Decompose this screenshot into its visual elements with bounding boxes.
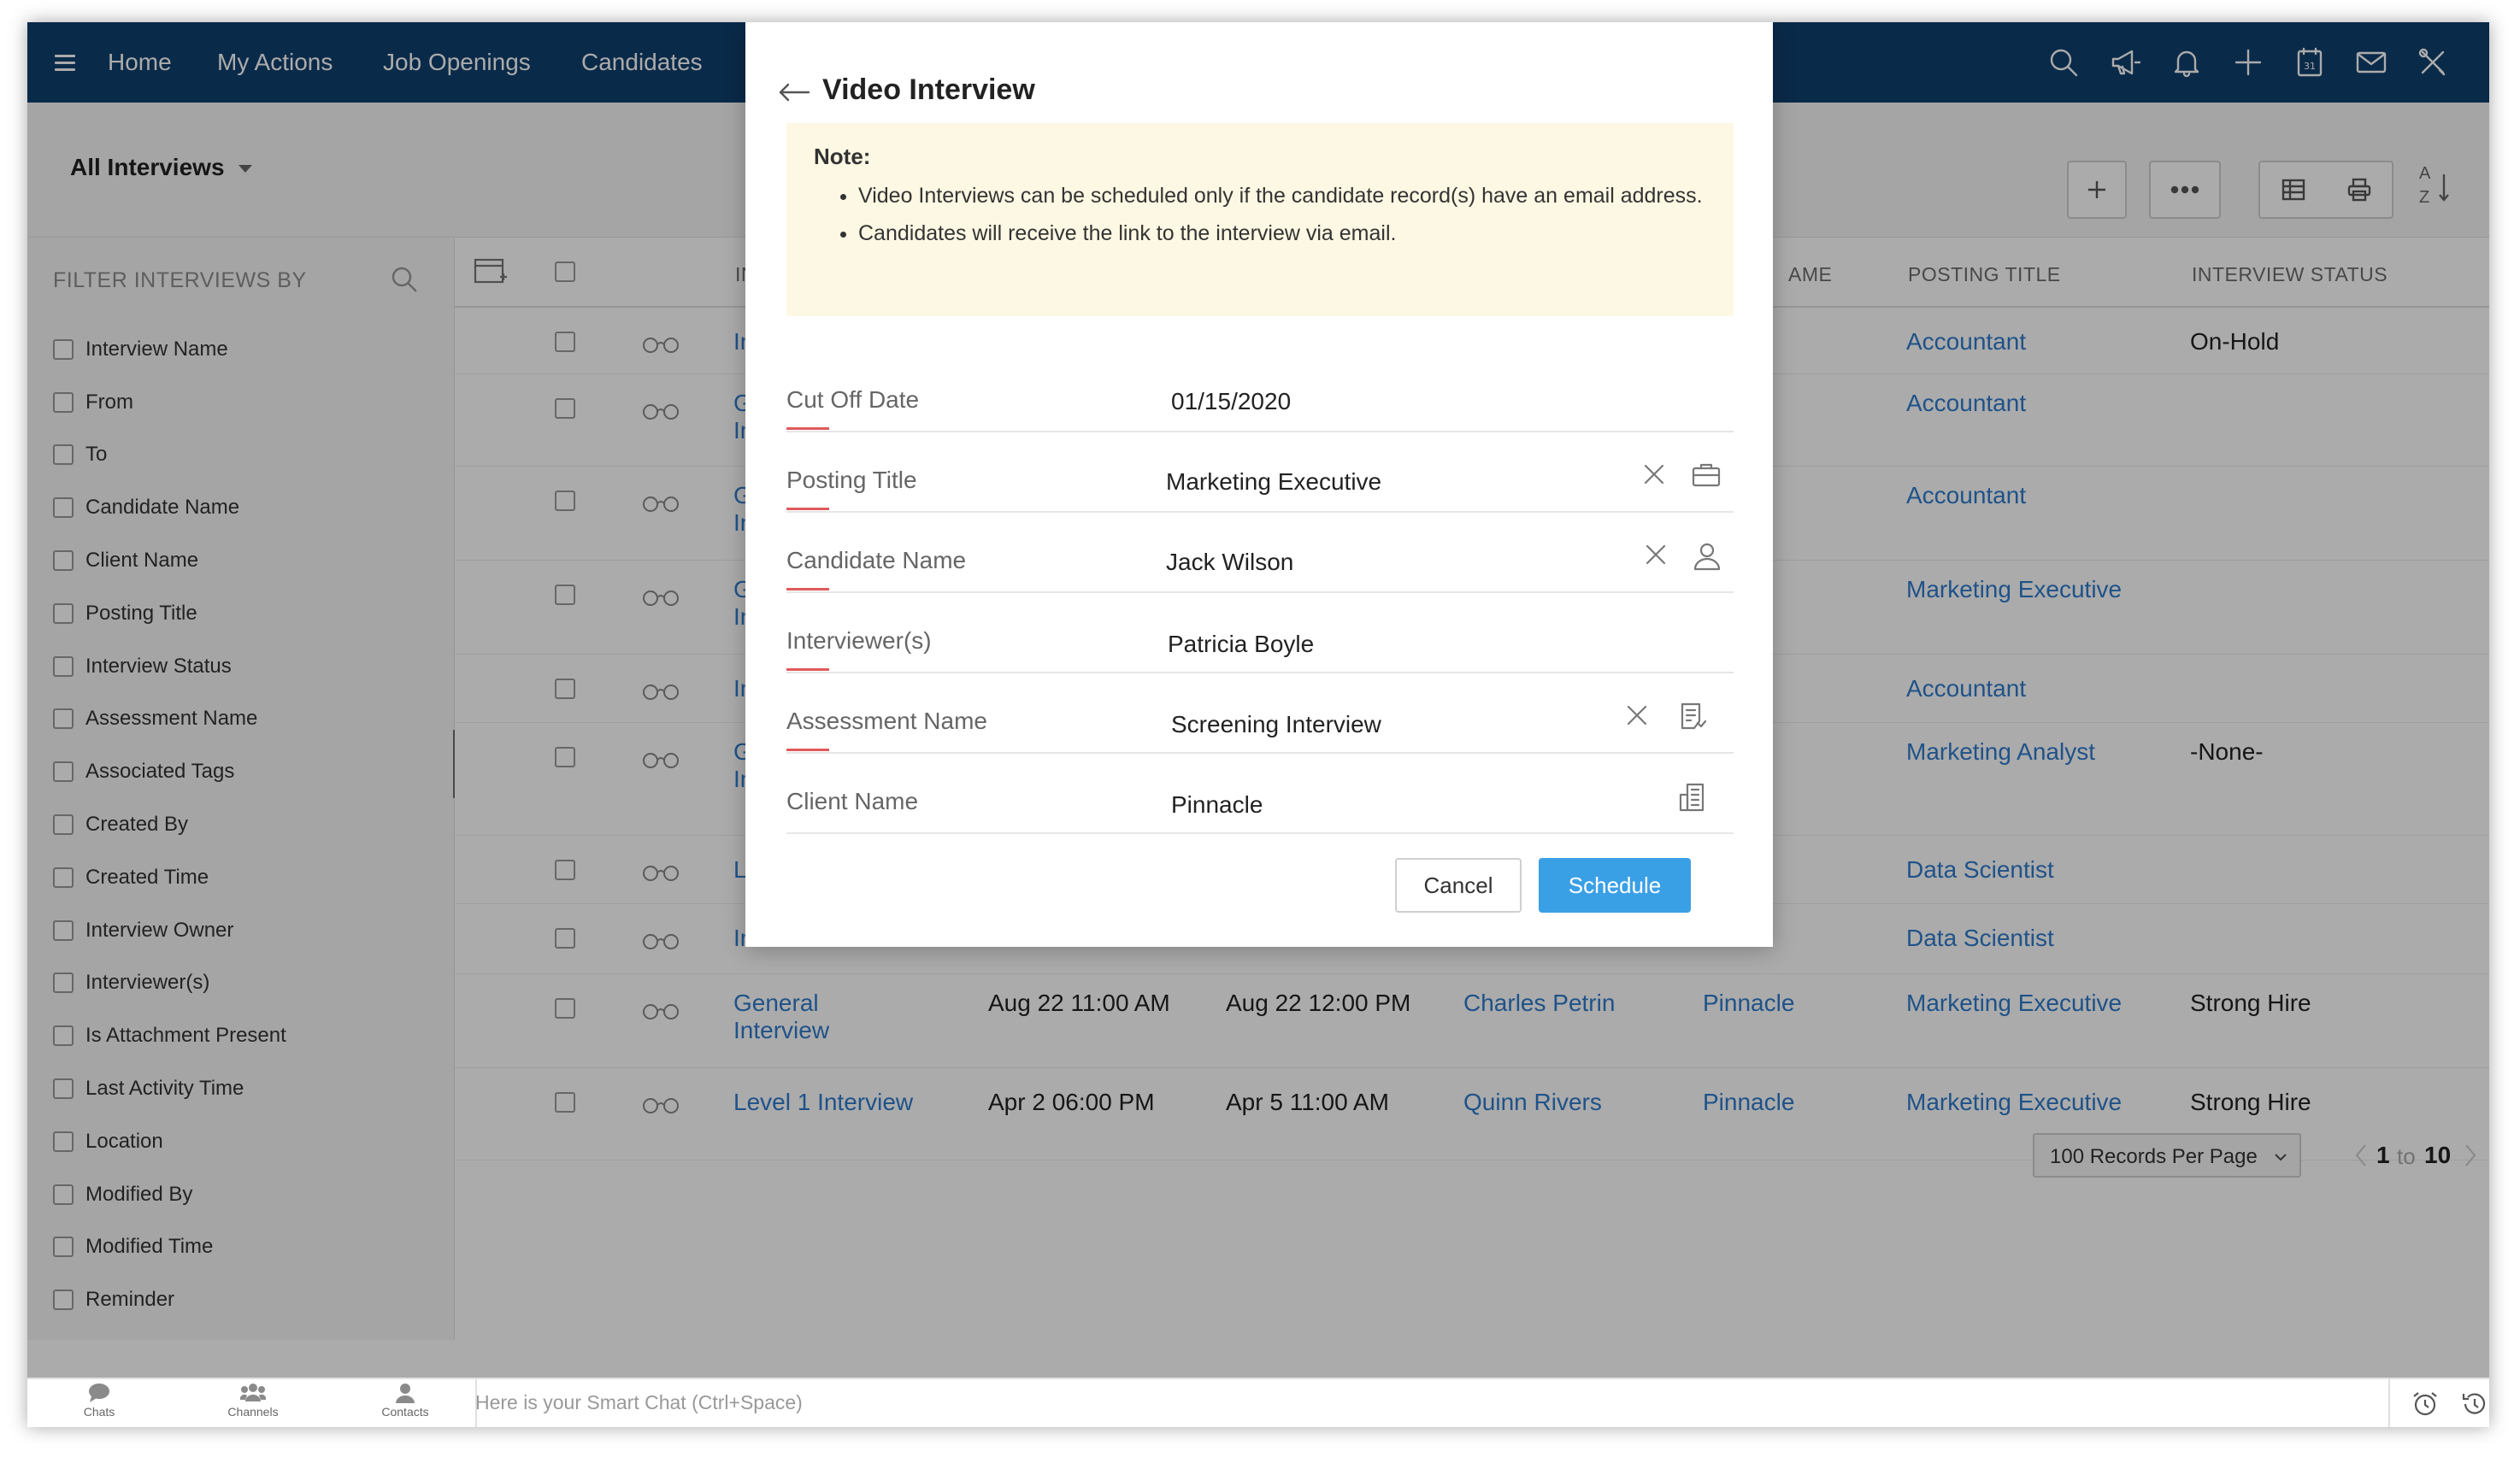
note-box: Note: Video Interviews can be scheduled … bbox=[786, 123, 1734, 316]
building-lookup-icon[interactable] bbox=[1679, 783, 1706, 816]
chat-divider-right bbox=[2388, 1379, 2390, 1427]
field-client-name: Client Name Pinnacle bbox=[786, 754, 1734, 834]
note-item: Video Interviews can be scheduled only i… bbox=[858, 181, 1713, 210]
smart-chat-bar: Chats Channels Contacts Here is your Sma… bbox=[27, 1378, 2489, 1427]
assessment-name-input[interactable]: Screening Interview bbox=[1171, 711, 1381, 738]
note-list: Video Interviews can be scheduled only i… bbox=[858, 181, 1713, 256]
chat-bubble-icon bbox=[89, 1384, 109, 1402]
required-underline bbox=[786, 508, 829, 510]
channels-label: Channels bbox=[227, 1405, 279, 1419]
chats-label: Chats bbox=[83, 1405, 115, 1419]
back-arrow-icon[interactable] bbox=[778, 82, 810, 103]
client-name-input[interactable]: Pinnacle bbox=[1171, 791, 1263, 819]
cut-off-date-input[interactable]: 01/15/2020 bbox=[1171, 388, 1291, 415]
required-underline bbox=[786, 668, 829, 671]
app-window: Home My Actions Job Openings Candidates … bbox=[27, 22, 2489, 1427]
person-icon bbox=[396, 1384, 415, 1403]
posting-title-input[interactable]: Marketing Executive bbox=[1166, 468, 1381, 496]
contacts-button[interactable]: Contacts bbox=[354, 1383, 456, 1419]
note-item: Candidates will receive the link to the … bbox=[858, 219, 1713, 248]
cancel-button[interactable]: Cancel bbox=[1395, 858, 1522, 913]
candidate-name-input[interactable]: Jack Wilson bbox=[1166, 549, 1293, 576]
smart-chat-input[interactable]: Here is your Smart Chat (Ctrl+Space) bbox=[475, 1391, 803, 1414]
field-assessment-name: Assessment Name Screening Interview bbox=[786, 673, 1734, 754]
clear-icon[interactable] bbox=[1624, 702, 1650, 732]
field-interviewers: Interviewer(s) Patricia Boyle bbox=[786, 593, 1734, 673]
dialog-title: Video Interview bbox=[822, 73, 1035, 106]
note-heading: Note: bbox=[814, 144, 871, 169]
video-interview-dialog: Video Interview Note: Video Interviews c… bbox=[745, 22, 1773, 947]
field-label: Candidate Name bbox=[786, 547, 967, 573]
chats-button[interactable]: Chats bbox=[48, 1383, 150, 1419]
interviewers-input[interactable]: Patricia Boyle bbox=[1168, 631, 1314, 658]
schedule-button[interactable]: Schedule bbox=[1539, 858, 1691, 913]
field-cut-off-date: Cut Off Date 01/15/2020 bbox=[786, 352, 1734, 432]
required-underline bbox=[786, 749, 829, 751]
field-candidate-name: Candidate Name Jack Wilson bbox=[786, 513, 1734, 593]
field-label: Interviewer(s) bbox=[786, 627, 932, 654]
alarm-clock-icon[interactable] bbox=[2411, 1390, 2440, 1419]
field-label: Cut Off Date bbox=[786, 386, 920, 413]
briefcase-icon[interactable] bbox=[1691, 461, 1722, 493]
channels-button[interactable]: Channels bbox=[202, 1383, 304, 1419]
group-icon bbox=[240, 1384, 266, 1401]
field-posting-title: Posting Title Marketing Executive bbox=[786, 432, 1734, 513]
document-lookup-icon[interactable] bbox=[1679, 702, 1707, 736]
clear-icon[interactable] bbox=[1641, 461, 1667, 491]
history-icon[interactable] bbox=[2460, 1390, 2489, 1419]
contacts-label: Contacts bbox=[381, 1405, 429, 1419]
required-underline bbox=[786, 588, 829, 590]
clear-icon[interactable] bbox=[1643, 542, 1669, 572]
person-lookup-icon[interactable] bbox=[1693, 542, 1722, 575]
field-label: Posting Title bbox=[786, 467, 917, 493]
field-label: Assessment Name bbox=[786, 708, 987, 734]
field-label: Client Name bbox=[786, 788, 919, 814]
required-underline bbox=[786, 427, 829, 430]
